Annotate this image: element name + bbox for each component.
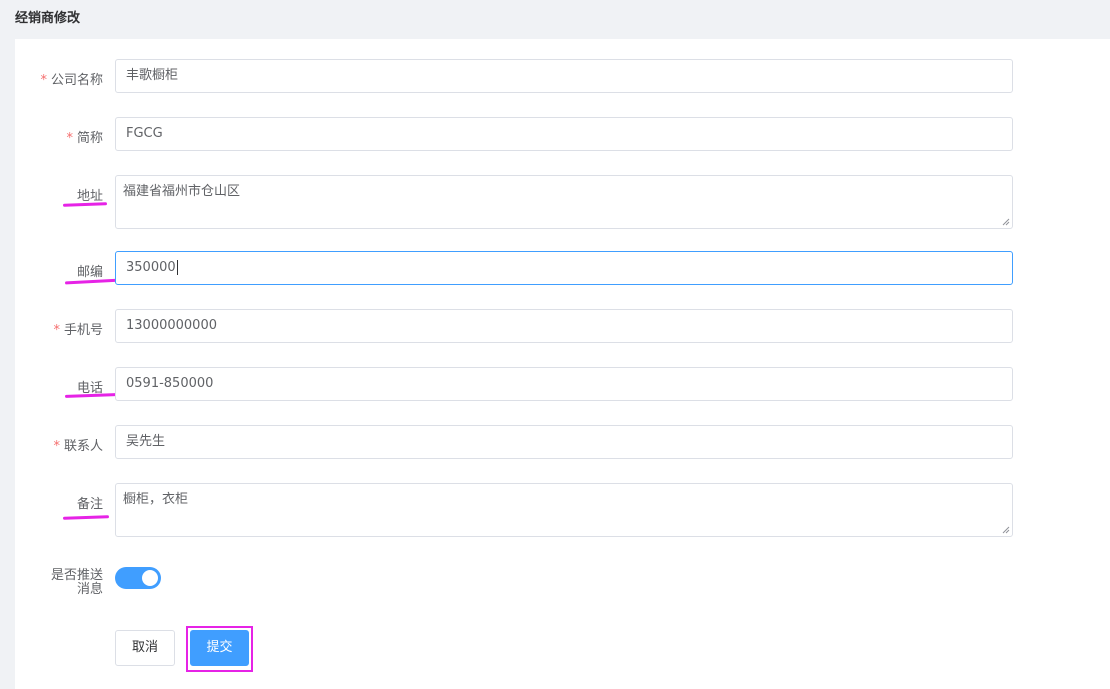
page-title: 经销商修改 bbox=[15, 11, 81, 26]
address-textarea[interactable]: 福建省福州市仓山区 bbox=[115, 175, 1013, 229]
annotation-underline bbox=[62, 515, 110, 520]
required-mark: * bbox=[53, 323, 60, 338]
resize-grip-icon[interactable] bbox=[1002, 526, 1010, 534]
company-name-input[interactable]: 丰歌橱柜 bbox=[115, 59, 1013, 93]
required-mark: * bbox=[53, 439, 60, 454]
company-name-label: * 公司名称 bbox=[40, 73, 103, 88]
short-name-label: * 简称 bbox=[66, 131, 103, 146]
text-cursor bbox=[176, 260, 178, 275]
required-mark: * bbox=[40, 73, 47, 88]
mobile-input[interactable]: 13000000000 bbox=[115, 309, 1013, 343]
toggle-knob bbox=[142, 570, 158, 586]
address-label: 地址 bbox=[76, 189, 103, 204]
remark-label: 备注 bbox=[76, 497, 103, 512]
postcode-label: 邮编 bbox=[76, 265, 103, 280]
phone-input[interactable]: 0591-850000 bbox=[115, 367, 1013, 401]
cancel-button[interactable]: 取消 bbox=[115, 630, 175, 666]
remark-textarea[interactable]: 橱柜，衣柜 bbox=[115, 483, 1013, 537]
contact-label: * 联系人 bbox=[53, 439, 103, 454]
annotation-underline bbox=[64, 393, 118, 398]
annotation-underline bbox=[62, 202, 108, 207]
push-label: 是否推送 消息 bbox=[50, 568, 103, 597]
short-name-input[interactable]: FGCG bbox=[115, 117, 1013, 151]
submit-button[interactable]: 提交 bbox=[190, 630, 249, 666]
push-toggle[interactable] bbox=[115, 567, 161, 589]
mobile-label: * 手机号 bbox=[53, 323, 103, 338]
form-card: * 公司名称 丰歌橱柜 * 简称 FGCG 地址 福建省福州市仓山区 邮编 3500… bbox=[15, 39, 1110, 689]
resize-grip-icon[interactable] bbox=[1002, 218, 1010, 226]
contact-input[interactable]: 吴先生 bbox=[115, 425, 1013, 459]
postcode-input[interactable]: 350000 bbox=[115, 251, 1013, 285]
required-mark: * bbox=[66, 131, 73, 146]
